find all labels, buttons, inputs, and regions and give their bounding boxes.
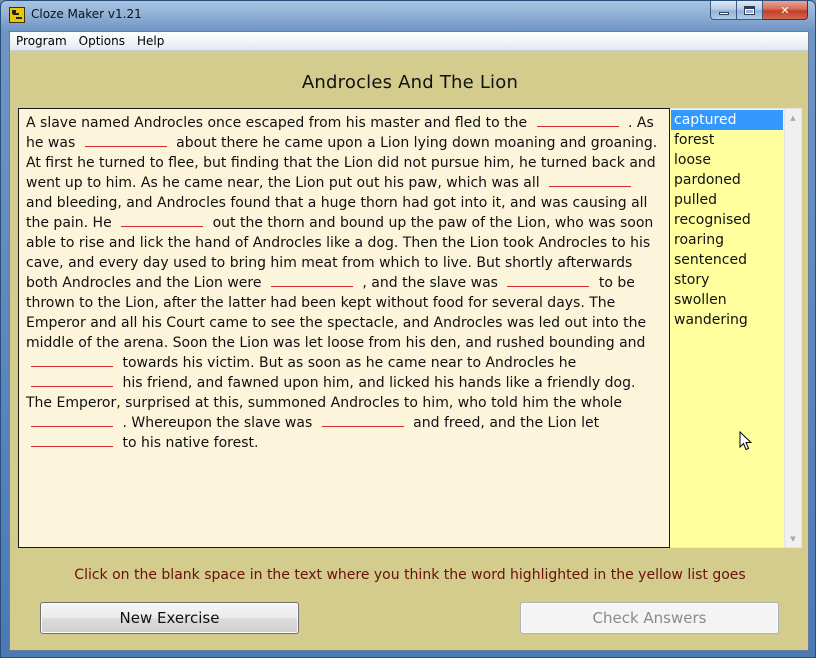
blank-slot-8[interactable] bbox=[31, 373, 113, 387]
blank-slot-10[interactable] bbox=[321, 413, 404, 427]
blank-slot-5[interactable] bbox=[270, 273, 353, 287]
check-answers-button[interactable]: Check Answers bbox=[520, 602, 779, 634]
instruction-text: Click on the blank space in the text whe… bbox=[74, 567, 746, 583]
blank-slot-9[interactable] bbox=[31, 413, 113, 427]
close-icon: ✕ bbox=[780, 3, 790, 17]
passage-text: and freed, and the Lion let bbox=[413, 415, 600, 431]
blank-slot-11[interactable] bbox=[31, 433, 113, 447]
word-list[interactable]: captured forest loose pardoned pulled recogni… bbox=[670, 108, 802, 548]
word-list-item[interactable]: captured bbox=[671, 110, 783, 130]
word-list-item[interactable]: roaring bbox=[671, 230, 783, 250]
passage-text: , and the slave was bbox=[362, 275, 503, 291]
title-bar[interactable]: Cloze Maker v1.21 ✕ bbox=[1, 1, 815, 30]
word-list-item[interactable]: forest bbox=[671, 130, 783, 150]
word-list-item[interactable]: story bbox=[671, 270, 783, 290]
word-list-item[interactable]: pardoned bbox=[671, 170, 783, 190]
cloze-passage: A slave named Androcles once escaped fro… bbox=[26, 113, 659, 453]
caption-buttons: ✕ bbox=[710, 1, 808, 21]
word-list-item[interactable]: loose bbox=[671, 150, 783, 170]
word-list-item[interactable]: wandering bbox=[671, 310, 783, 330]
scroll-up-button[interactable]: ▲ bbox=[785, 109, 801, 126]
blank-slot-7[interactable] bbox=[31, 353, 113, 367]
client-area: Program Options Help Androcles And The L… bbox=[9, 31, 809, 651]
menu-bar: Program Options Help bbox=[10, 32, 808, 51]
minimize-button[interactable] bbox=[710, 1, 737, 20]
word-list-item[interactable]: recognised bbox=[671, 210, 783, 230]
passage-text: A slave named Androcles once escaped fro… bbox=[26, 115, 532, 131]
maximize-button[interactable] bbox=[737, 1, 763, 20]
maximize-icon bbox=[744, 5, 755, 15]
scroll-down-arrow-icon: ▼ bbox=[790, 534, 796, 543]
menu-program[interactable]: Program bbox=[11, 32, 73, 51]
word-list-items: captured forest loose pardoned pulled recogni… bbox=[671, 110, 783, 546]
cloze-text-panel: A slave named Androcles once escaped fro… bbox=[18, 108, 670, 548]
passage-text: . Whereupon the slave was bbox=[122, 415, 317, 431]
word-list-scrollbar[interactable]: ▲ ▼ bbox=[784, 109, 801, 547]
menu-options[interactable]: Options bbox=[73, 32, 131, 51]
minimize-icon bbox=[718, 11, 729, 15]
mouse-cursor-icon bbox=[739, 431, 753, 451]
blank-slot-1[interactable] bbox=[536, 113, 619, 127]
exercise-title: Androcles And The Lion bbox=[301, 72, 519, 93]
word-list-item[interactable]: pulled bbox=[671, 190, 783, 210]
blank-slot-2[interactable] bbox=[84, 133, 167, 147]
passage-text: his friend, and fawned upon him, and lic… bbox=[26, 375, 636, 411]
window-title: Cloze Maker v1.21 bbox=[31, 7, 142, 21]
scroll-up-arrow-icon: ▲ bbox=[790, 113, 796, 122]
blank-slot-6[interactable] bbox=[507, 273, 590, 287]
word-list-item[interactable]: swollen bbox=[671, 290, 783, 310]
passage-text: towards his victim. But as soon as he ca… bbox=[122, 355, 577, 371]
new-exercise-button[interactable]: New Exercise bbox=[40, 602, 299, 634]
app-icon[interactable] bbox=[9, 7, 25, 23]
blank-slot-4[interactable] bbox=[121, 213, 204, 227]
scroll-down-button[interactable]: ▼ bbox=[785, 530, 801, 547]
app-window: Cloze Maker v1.21 ✕ Program Options Help… bbox=[0, 0, 816, 658]
passage-text: to his native forest. bbox=[122, 435, 259, 451]
menu-help[interactable]: Help bbox=[131, 32, 170, 51]
word-list-item[interactable]: sentenced bbox=[671, 250, 783, 270]
close-button[interactable]: ✕ bbox=[763, 1, 808, 20]
blank-slot-3[interactable] bbox=[549, 173, 632, 187]
